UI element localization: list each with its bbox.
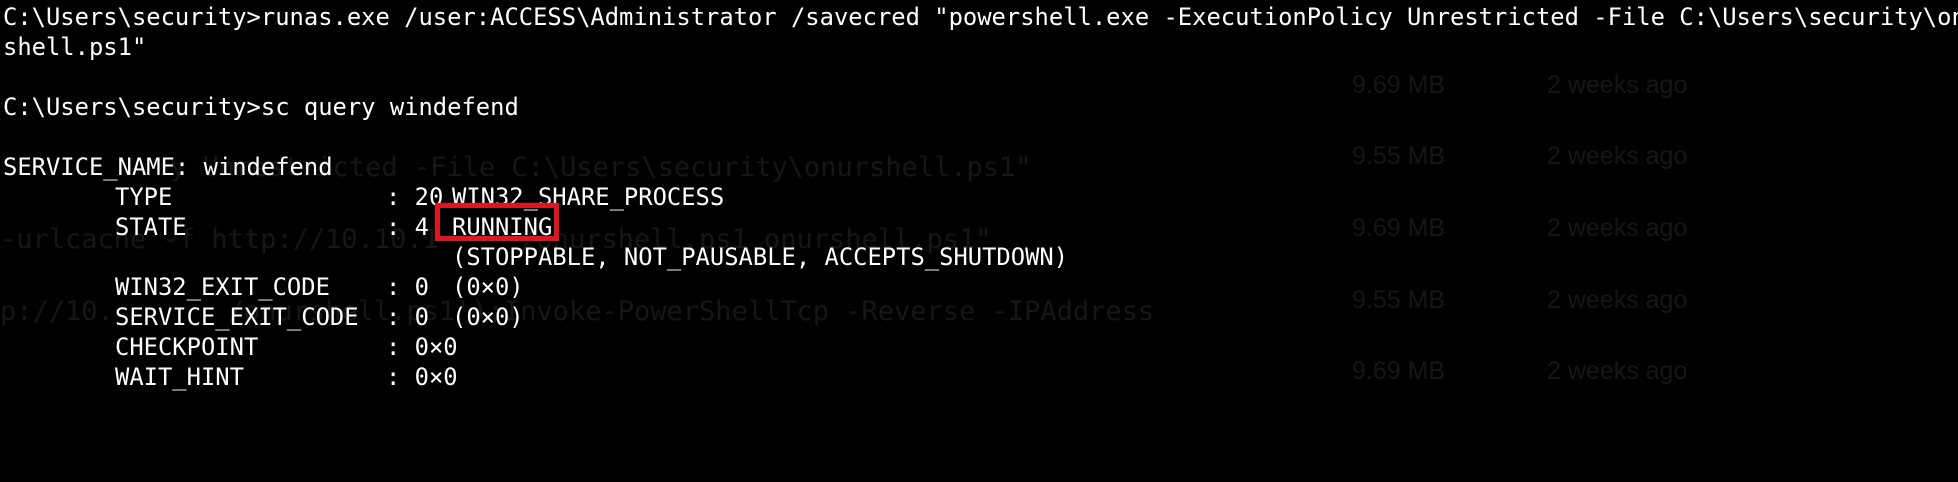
service-field-checkpoint: CHECKPOINT : 0×0 bbox=[3, 332, 1955, 362]
running-highlight-box bbox=[435, 203, 559, 241]
field-separator: : 0 bbox=[386, 273, 429, 301]
field-name: STATE bbox=[115, 213, 187, 241]
service-field-state-flags: (STOPPABLE, NOT_PAUSABLE, ACCEPTS_SHUTDO… bbox=[3, 242, 1955, 272]
terminal-line-runas-command: C:\Users\security>runas.exe /user:ACCESS… bbox=[3, 3, 1958, 31]
field-value: (0×0) bbox=[452, 273, 524, 301]
field-separator: : 4 bbox=[386, 213, 429, 241]
terminal-line-service-name: SERVICE_NAME: windefend bbox=[3, 153, 333, 181]
service-field-type: TYPE : 20 WIN32_SHARE_PROCESS bbox=[3, 182, 1955, 212]
field-name: CHECKPOINT bbox=[115, 333, 259, 361]
service-field-state: STATE : 4 RUNNING bbox=[3, 212, 1955, 242]
field-separator: : 0 bbox=[386, 303, 429, 331]
service-field-wait-hint: WAIT_HINT : 0×0 bbox=[3, 362, 1955, 392]
field-name: WIN32_EXIT_CODE bbox=[115, 273, 330, 301]
field-name: WAIT_HINT bbox=[115, 363, 244, 391]
terminal-line-runas-continuation: shell.ps1" bbox=[3, 33, 147, 61]
terminal-window: { "terminal": { "lines": [ "C:\\Users\\s… bbox=[0, 0, 1958, 406]
terminal-line-sc-query: C:\Users\security>sc query windefend bbox=[3, 93, 519, 121]
field-separator: : 0×0 bbox=[386, 363, 458, 391]
field-value: (STOPPABLE, NOT_PAUSABLE, ACCEPTS_SHUTDO… bbox=[452, 243, 1069, 271]
service-field-service-exit-code: SERVICE_EXIT_CODE : 0 (0×0) bbox=[3, 302, 1955, 332]
field-value: (0×0) bbox=[452, 303, 524, 331]
terminal-output[interactable]: C:\Users\security>runas.exe /user:ACCESS… bbox=[3, 2, 1958, 392]
field-name: TYPE bbox=[115, 183, 173, 211]
field-name: SERVICE_EXIT_CODE bbox=[115, 303, 359, 331]
service-field-win32-exit-code: WIN32_EXIT_CODE : 0 (0×0) bbox=[3, 272, 1955, 302]
field-separator: : 0×0 bbox=[386, 333, 458, 361]
